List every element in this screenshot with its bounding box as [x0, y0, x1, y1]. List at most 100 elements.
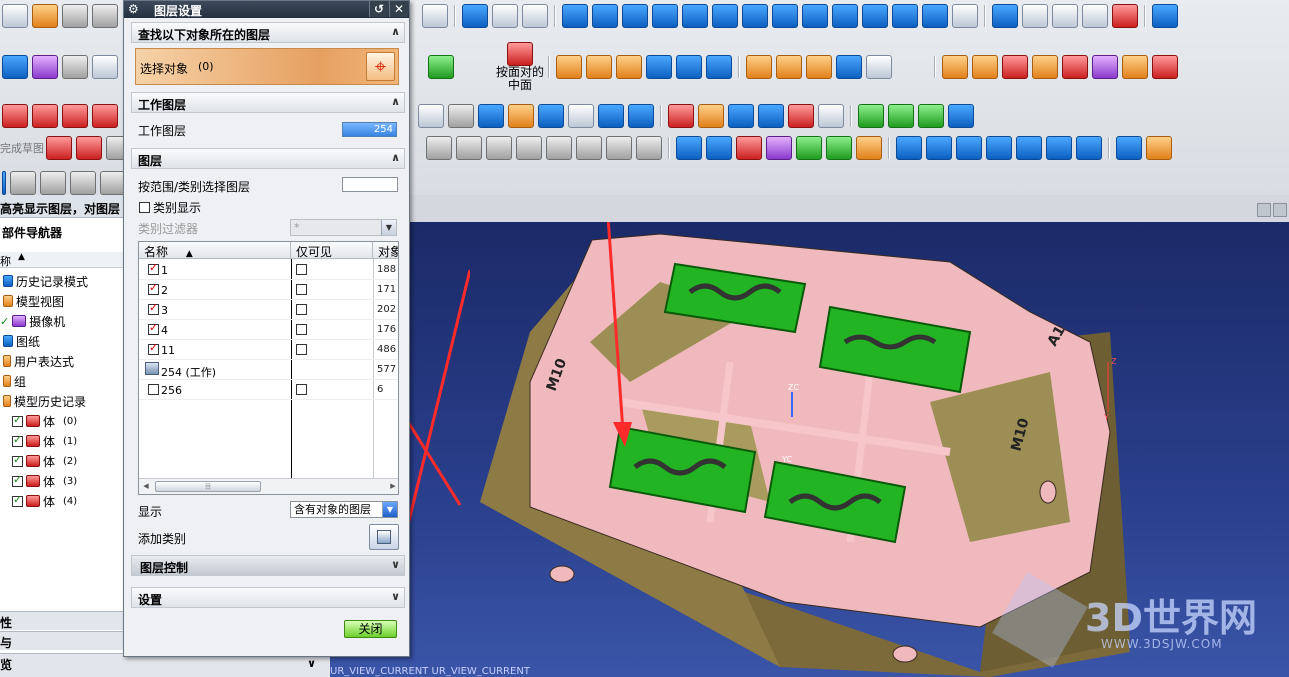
sort-arrow-icon[interactable]: ▲: [18, 252, 25, 262]
view-tool-icon[interactable]: [758, 104, 784, 128]
tool-icon[interactable]: [92, 55, 118, 79]
layer-row[interactable]: 2 171: [139, 280, 398, 300]
sheet-tool-icon[interactable]: [866, 55, 893, 79]
add-category-button[interactable]: [369, 524, 399, 550]
body-checkbox[interactable]: [12, 433, 23, 447]
face-to-face-midsurface-button[interactable]: 按面对的 中面: [496, 42, 544, 92]
range-select-input[interactable]: [342, 177, 398, 192]
scroll-thumb[interactable]: ⦙⦙⦙: [155, 481, 261, 492]
sheet-tool-icon[interactable]: [836, 55, 863, 79]
surface-tool-icon[interactable]: [556, 55, 583, 79]
scroll-left-icon[interactable]: ◀: [140, 481, 152, 492]
section-layer[interactable]: 图层 ∧: [131, 148, 405, 169]
layer-checkbox[interactable]: [148, 261, 159, 275]
mold-tool-icon[interactable]: [1052, 4, 1078, 28]
tool-icon[interactable]: [62, 55, 88, 79]
body-checkbox[interactable]: [12, 473, 23, 487]
sheet-tool-icon[interactable]: [806, 55, 833, 79]
print-icon[interactable]: [92, 4, 118, 28]
edit-tool-icon[interactable]: [606, 136, 632, 160]
body-checkbox[interactable]: [12, 413, 23, 427]
chevron-down-icon[interactable]: ▼: [382, 502, 397, 517]
color-tool-icon[interactable]: [796, 136, 822, 160]
sketch-tool-icon[interactable]: [46, 136, 72, 160]
graphics-viewport[interactable]: M10 M10 A1 ZC YC Z Y UR_VIEW_CURRENT UR_…: [330, 222, 1289, 677]
category-display-checkbox[interactable]: [139, 202, 150, 213]
view-tool-icon[interactable]: [568, 104, 594, 128]
display-tool-icon[interactable]: [682, 4, 708, 28]
visible-only-checkbox[interactable]: [296, 304, 307, 315]
mold-tool-icon[interactable]: [1112, 4, 1138, 28]
save-icon[interactable]: [62, 4, 88, 28]
layout-icon[interactable]: [492, 4, 518, 28]
sketch-curve-icon[interactable]: [92, 104, 118, 128]
navigator-item-body[interactable]: 体 (4): [12, 491, 77, 511]
color-tool-icon[interactable]: [736, 136, 762, 160]
view-tool-icon[interactable]: [538, 104, 564, 128]
mold-tool-icon[interactable]: [1082, 4, 1108, 28]
line-tool-icon[interactable]: [70, 171, 96, 195]
section-work-layer[interactable]: 工作图层 ∧: [131, 92, 405, 113]
navigator-header-name[interactable]: 称: [0, 253, 11, 269]
layer-row[interactable]: 256 6: [139, 380, 398, 400]
rotate-tool-icon[interactable]: [40, 171, 66, 195]
section-settings[interactable]: 设置 ∨: [131, 587, 405, 608]
visible-only-checkbox[interactable]: [296, 284, 307, 295]
move-up-icon[interactable]: [676, 136, 702, 160]
column-header-name[interactable]: 名称 ▲: [139, 242, 291, 259]
display-tool-icon[interactable]: [952, 4, 978, 28]
display-tool-icon[interactable]: [742, 4, 768, 28]
gear-icon[interactable]: [1152, 4, 1178, 28]
visible-only-checkbox[interactable]: [296, 324, 307, 335]
display-tool-icon[interactable]: [592, 4, 618, 28]
mold-parts-icon[interactable]: [1032, 55, 1059, 79]
layer-checkbox[interactable]: [148, 281, 159, 295]
visible-only-checkbox[interactable]: [296, 264, 307, 275]
edit-tool-icon[interactable]: [426, 136, 452, 160]
maximize-icon[interactable]: [1273, 203, 1287, 217]
surface-tool-icon[interactable]: [586, 55, 613, 79]
display-select[interactable]: 含有对象的图层 ▼: [290, 501, 398, 518]
navigator-item-groups[interactable]: 组: [0, 371, 26, 391]
mold-parts-icon[interactable]: [1092, 55, 1119, 79]
chevron-down-icon[interactable]: ∨: [307, 657, 316, 670]
folder-icon[interactable]: [1146, 136, 1172, 160]
surface-tool-icon[interactable]: [616, 55, 643, 79]
edit-tool-icon[interactable]: [456, 136, 482, 160]
close-icon[interactable]: ✕: [389, 1, 408, 17]
solid-icon[interactable]: [428, 55, 454, 79]
new-file-icon[interactable]: [2, 4, 28, 28]
dialog-title-bar[interactable]: ⚙ 图层设置 ↺ ✕: [124, 1, 409, 18]
view-tool-icon[interactable]: [598, 104, 624, 128]
mold-tool-icon[interactable]: [1046, 136, 1072, 160]
close-button[interactable]: 关闭: [344, 620, 397, 638]
mold-tool-icon[interactable]: [956, 136, 982, 160]
view-tool-icon[interactable]: [628, 104, 654, 128]
sheet-tool-icon[interactable]: [776, 55, 803, 79]
mold-tool-icon[interactable]: [896, 136, 922, 160]
section-find-layer[interactable]: 查找以下对象所在的图层 ∧: [131, 22, 405, 43]
display-tool-icon[interactable]: [802, 4, 828, 28]
display-tool-icon[interactable]: [562, 4, 588, 28]
move-tool-icon[interactable]: [10, 171, 36, 195]
view-tool-icon[interactable]: [418, 104, 444, 128]
analysis-icon[interactable]: [918, 104, 944, 128]
layer-row[interactable]: 4 176: [139, 320, 398, 340]
view-tool-icon[interactable]: [508, 104, 534, 128]
gear-icon[interactable]: ⚙: [128, 2, 142, 16]
layer-row[interactable]: 11 486: [139, 340, 398, 360]
navigator-item-expressions[interactable]: 用户表达式: [0, 351, 74, 371]
navigator-item-drawings[interactable]: 图纸: [0, 331, 40, 351]
display-tool-icon[interactable]: [622, 4, 648, 28]
mold-parts-icon[interactable]: [1122, 55, 1149, 79]
sketch-curve-icon[interactable]: [2, 104, 28, 128]
sheet-tool-icon[interactable]: [746, 55, 773, 79]
mold-parts-icon[interactable]: [972, 55, 999, 79]
navigator-item-body[interactable]: 体 (1): [12, 431, 77, 451]
work-layer-input[interactable]: 254: [342, 122, 397, 137]
scroll-right-icon[interactable]: ▶: [387, 481, 398, 492]
analysis-icon[interactable]: [888, 104, 914, 128]
body-checkbox[interactable]: [12, 453, 23, 467]
analysis-icon[interactable]: [858, 104, 884, 128]
mold-tool-icon[interactable]: [986, 136, 1012, 160]
